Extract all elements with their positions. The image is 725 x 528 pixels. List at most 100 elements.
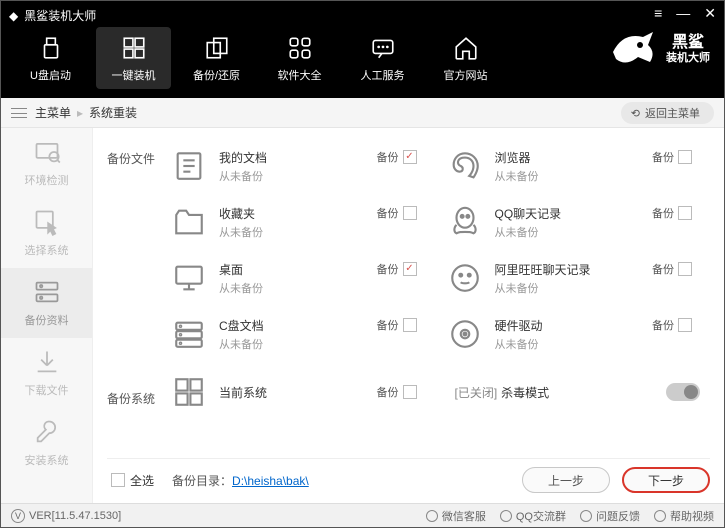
menu-icon[interactable]: ≡: [654, 5, 662, 22]
step-label: 备份资料: [25, 312, 69, 328]
app-title-text: 黑鲨装机大师: [24, 7, 96, 24]
tab-label: 人工服务: [361, 67, 405, 83]
feedback-icon: [580, 510, 592, 522]
backup-checkbox[interactable]: 备份: [377, 384, 417, 400]
step-env-check[interactable]: 环境检测: [1, 128, 92, 198]
bottom-controls: 全选 备份目录：D:\heisha\bak\ 上一步 下一步: [107, 458, 710, 499]
antivirus-status: [已关闭]: [455, 384, 498, 401]
antivirus-label: 杀毒模式: [501, 384, 666, 401]
backup-item: 阿里旺旺聊天记录 从未备份 备份: [445, 250, 711, 306]
tab-backup-restore[interactable]: 备份/还原: [179, 27, 254, 89]
desktop-icon: [169, 258, 209, 298]
step-download[interactable]: 下载文件: [1, 338, 92, 408]
apps-icon: [285, 33, 315, 63]
backup-item: 我的文档 从未备份 备份✓: [169, 138, 435, 194]
tab-label: 官方网站: [444, 67, 488, 83]
install-icon: [33, 418, 61, 446]
logo-icon: ◆: [9, 9, 18, 23]
link-qq[interactable]: QQ交流群: [500, 508, 566, 524]
step-backup-data[interactable]: 备份资料: [1, 268, 92, 338]
qq-icon: [445, 202, 485, 242]
backup-dir-label: 备份目录：: [172, 474, 232, 488]
sidebar: 环境检测 选择系统 备份资料 下载文件 安装系统: [1, 128, 93, 503]
status-links: 微信客服 QQ交流群 问题反馈 帮助视频: [426, 508, 714, 524]
antivirus-toggle[interactable]: [666, 383, 700, 401]
backup-dir-link[interactable]: D:\heisha\bak\: [232, 474, 309, 488]
version-text: VER[11.5.47.1530]: [29, 510, 121, 522]
antivirus-mode-row: [已关闭] 杀毒模式: [445, 364, 711, 420]
backup-item: 桌面 从未备份 备份✓: [169, 250, 435, 306]
tab-software[interactable]: 软件大全: [262, 27, 337, 89]
item-sub: 从未备份: [495, 280, 711, 296]
item-sub: 从未备份: [219, 224, 435, 240]
chat-icon: [368, 33, 398, 63]
breadcrumb-separator: ▸: [77, 106, 83, 120]
backup-checkbox[interactable]: 备份: [652, 149, 692, 165]
step-install[interactable]: 安装系统: [1, 408, 92, 478]
item-sub: 从未备份: [219, 280, 435, 296]
system-icon: [169, 372, 209, 412]
return-arrow-icon: ⟲: [631, 107, 640, 120]
folder-icon: [169, 202, 209, 242]
backup-dir: 备份目录：D:\heisha\bak\: [172, 472, 309, 489]
wangwang-icon: [445, 258, 485, 298]
close-icon[interactable]: ✕: [704, 5, 716, 22]
qq-icon: [500, 510, 512, 522]
window-controls: ≡ — ✕: [654, 5, 716, 22]
shark-icon: [608, 27, 658, 71]
step-label: 下载文件: [25, 382, 69, 398]
minimize-icon[interactable]: —: [676, 5, 690, 22]
backup-item: 收藏夹 从未备份 备份: [169, 194, 435, 250]
link-help[interactable]: 帮助视频: [654, 508, 714, 524]
browser-icon: [445, 146, 485, 186]
disk-doc-icon: [169, 314, 209, 354]
status-bar: V VER[11.5.47.1530] 微信客服 QQ交流群 问题反馈 帮助视频: [1, 503, 724, 527]
tab-label: 一键装机: [112, 67, 156, 83]
copy-icon: [202, 33, 232, 63]
item-sub: 从未备份: [219, 168, 435, 184]
tab-service[interactable]: 人工服务: [345, 27, 420, 89]
backup-checkbox[interactable]: 备份: [377, 205, 417, 221]
tab-website[interactable]: 官方网站: [428, 27, 503, 89]
section-backup-files-label: 备份文件: [107, 138, 169, 362]
select-all-checkbox[interactable]: 全选: [111, 472, 154, 489]
env-check-icon: [33, 138, 61, 166]
menu-list-icon[interactable]: [11, 108, 27, 118]
brand: 黑鲨装机大师: [608, 27, 710, 71]
wechat-icon: [426, 510, 438, 522]
tab-one-click-install[interactable]: 一键装机: [96, 27, 171, 89]
backup-checkbox[interactable]: 备份: [652, 261, 692, 277]
home-icon: [451, 33, 481, 63]
step-select-system[interactable]: 选择系统: [1, 198, 92, 268]
breadcrumb-current: 系统重装: [89, 104, 137, 121]
item-sub: 从未备份: [495, 224, 711, 240]
backup-checkbox[interactable]: 备份✓: [377, 261, 417, 277]
step-label: 选择系统: [25, 242, 69, 258]
tab-label: 软件大全: [278, 67, 322, 83]
driver-icon: [445, 314, 485, 354]
item-current-system: 当前系统 备份: [169, 364, 435, 420]
link-wechat[interactable]: 微信客服: [426, 508, 486, 524]
backup-checkbox[interactable]: 备份✓: [377, 149, 417, 165]
backup-item: QQ聊天记录 从未备份 备份: [445, 194, 711, 250]
version-icon: V: [11, 509, 25, 523]
top-tabs: U盘启动 一键装机 备份/还原 软件大全 人工服务 官方网站: [13, 27, 503, 89]
windows-icon: [119, 33, 149, 63]
tab-usb-boot[interactable]: U盘启动: [13, 27, 88, 89]
backup-item: C盘文档 从未备份 备份: [169, 306, 435, 362]
prev-button[interactable]: 上一步: [522, 467, 610, 493]
link-feedback[interactable]: 问题反馈: [580, 508, 640, 524]
backup-checkbox[interactable]: 备份: [652, 205, 692, 221]
usb-icon: [36, 33, 66, 63]
item-sub: 从未备份: [219, 336, 435, 352]
return-main-button[interactable]: ⟲ 返回主菜单: [621, 102, 714, 124]
backup-checkbox[interactable]: 备份: [652, 317, 692, 333]
next-button[interactable]: 下一步: [622, 467, 710, 493]
backup-checkbox[interactable]: 备份: [377, 317, 417, 333]
breadcrumb-root[interactable]: 主菜单: [35, 104, 71, 121]
app-title: ◆ 黑鲨装机大师: [9, 7, 96, 24]
titlebar: ◆ 黑鲨装机大师 ≡ — ✕ U盘启动 一键装机 备份/还原 软件大全 人工服务: [1, 1, 724, 98]
section-backup-system-label: 备份系统: [107, 378, 169, 407]
version[interactable]: V VER[11.5.47.1530]: [11, 509, 121, 523]
select-system-icon: [33, 208, 61, 236]
